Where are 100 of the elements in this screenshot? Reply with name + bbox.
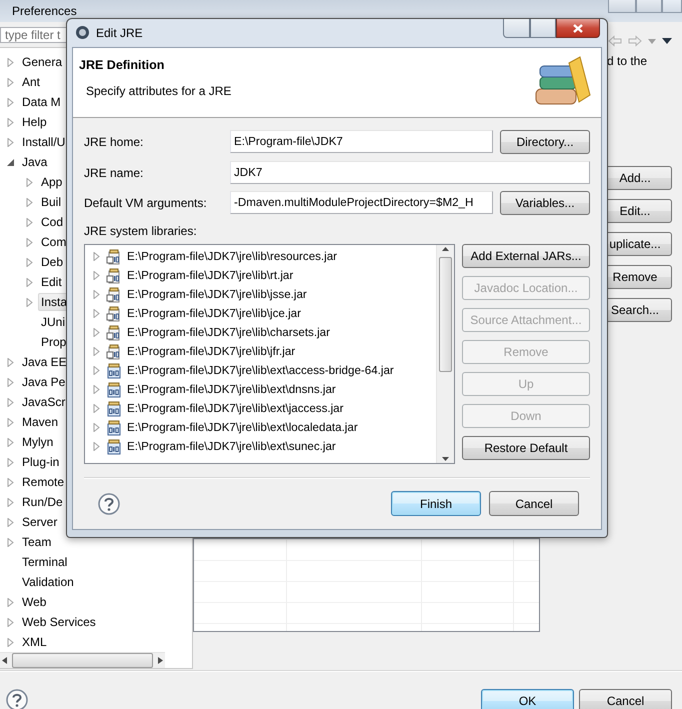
tree-item[interactable]: Java Pe xyxy=(19,373,68,391)
maximize-button[interactable] xyxy=(636,0,662,13)
jar-file-icon xyxy=(106,286,122,302)
library-entry[interactable]: E:\Program-file\JDK7\jre\lib\jfr.jar xyxy=(127,345,296,358)
tree-item[interactable]: Help xyxy=(19,113,50,131)
cancel-button[interactable]: Cancel xyxy=(489,491,579,516)
library-entry[interactable]: E:\Program-file\JDK7\jre\lib\ext\sunec.jar xyxy=(127,440,336,453)
library-entry[interactable]: E:\Program-file\JDK7\jre\lib\ext\dnsns.jar xyxy=(127,383,336,396)
tree-item[interactable]: Data M xyxy=(19,93,64,111)
cancel-button[interactable]: Cancel xyxy=(579,689,672,709)
library-entry[interactable]: E:\Program-file\JDK7\jre\lib\resources.jar xyxy=(127,250,338,263)
vertical-scrollbar[interactable] xyxy=(436,245,454,463)
library-button[interactable]: Restore Default xyxy=(462,436,590,460)
collapsed-arrow-icon xyxy=(25,258,34,266)
books-icon xyxy=(533,55,591,107)
window-title: Preferences xyxy=(12,4,77,18)
jar-file-icon xyxy=(106,324,122,340)
tree-item[interactable]: Ant xyxy=(19,73,44,91)
tree-item[interactable]: XML xyxy=(19,633,50,651)
scroll-down-icon xyxy=(441,454,450,463)
maximize-button[interactable] xyxy=(530,19,556,38)
minimize-button[interactable] xyxy=(503,19,530,38)
dialog-title: Edit JRE xyxy=(96,26,143,40)
finish-button[interactable]: Finish xyxy=(391,491,481,516)
help-icon[interactable] xyxy=(98,492,120,514)
collapsed-arrow-icon xyxy=(6,58,15,66)
text-field[interactable]: -Dmaven.multiModuleProjectDirectory=$M2_H xyxy=(230,191,493,214)
jar-file-icon xyxy=(106,306,122,322)
collapsed-arrow-icon xyxy=(6,98,15,106)
tree-item[interactable]: Remote xyxy=(19,473,68,491)
scroll-up-icon xyxy=(441,245,450,254)
tree-item[interactable]: Web Services xyxy=(19,613,99,631)
collapsed-arrow-icon xyxy=(92,366,101,375)
field-label: Default VM arguments: xyxy=(84,196,208,210)
dialog-heading: JRE Definition xyxy=(79,58,166,72)
collapsed-arrow-icon xyxy=(25,198,34,206)
tree-item[interactable]: JUni xyxy=(38,313,68,331)
view-menu-icon[interactable] xyxy=(662,38,672,44)
directory-button[interactable]: Directory... xyxy=(500,130,590,154)
tree-item[interactable]: Install/U xyxy=(19,133,68,151)
tree-item[interactable]: Team xyxy=(19,533,54,551)
field-label: JRE name: xyxy=(84,166,144,180)
variables-button[interactable]: Variables... xyxy=(500,191,590,215)
tree-item[interactable]: Deb xyxy=(38,253,66,271)
tree-item[interactable]: Cod xyxy=(38,213,66,231)
collapsed-arrow-icon xyxy=(6,358,15,366)
binary-jar-icon xyxy=(106,400,122,416)
library-entry[interactable]: E:\Program-file\JDK7\jre\lib\jsse.jar xyxy=(127,288,307,301)
collapsed-arrow-icon xyxy=(6,378,15,386)
tree-item[interactable]: Plug-in xyxy=(19,453,62,471)
tree-item[interactable]: Terminal xyxy=(19,553,70,571)
tree-item[interactable]: JavaScr xyxy=(19,393,68,411)
forward-arrow-icon[interactable] xyxy=(628,35,642,47)
tree-item[interactable]: Buil xyxy=(38,193,64,211)
collapsed-arrow-icon xyxy=(92,423,101,432)
dropdown-icon[interactable] xyxy=(648,38,656,44)
tree-item[interactable]: Maven xyxy=(19,413,62,431)
horizontal-scrollbar[interactable] xyxy=(0,652,165,668)
back-arrow-icon[interactable] xyxy=(608,35,622,47)
close-button[interactable] xyxy=(556,19,600,38)
library-entry[interactable]: E:\Program-file\JDK7\jre\lib\rt.jar xyxy=(127,269,294,282)
close-icon xyxy=(573,24,583,32)
tree-item[interactable]: Validation xyxy=(19,573,77,591)
library-entry[interactable]: E:\Program-file\JDK7\jre\lib\ext\localedata.jar xyxy=(127,421,358,434)
help-icon[interactable] xyxy=(6,689,28,709)
collapsed-arrow-icon xyxy=(92,328,101,337)
field-label: JRE home: xyxy=(84,135,144,149)
library-entry[interactable]: E:\Program-file\JDK7\jre\lib\charsets.jar xyxy=(127,326,330,339)
tree-item[interactable]: Prop xyxy=(38,333,70,351)
tree-item[interactable]: Server xyxy=(19,513,60,531)
tree-item[interactable]: Edit xyxy=(38,273,65,291)
tree-item[interactable]: Web xyxy=(19,593,50,611)
collapsed-arrow-icon xyxy=(6,638,15,646)
library-entry[interactable]: E:\Program-file\JDK7\jre\lib\ext\jaccess.jar xyxy=(127,402,344,415)
collapsed-arrow-icon xyxy=(6,498,15,506)
collapsed-arrow-icon xyxy=(92,252,101,261)
scroll-right-icon xyxy=(155,656,165,665)
tree-item[interactable]: Genera xyxy=(19,53,66,71)
scroll-left-icon xyxy=(0,656,10,665)
minimize-button[interactable] xyxy=(608,0,636,13)
collapsed-arrow-icon xyxy=(6,458,15,466)
tree-item[interactable]: App xyxy=(38,173,66,191)
tree-item[interactable]: Mylyn xyxy=(19,433,56,451)
collapsed-arrow-icon xyxy=(6,78,15,86)
library-button[interactable]: Add External JARs... xyxy=(462,244,590,268)
collapsed-arrow-icon xyxy=(6,398,15,406)
text-field[interactable]: E:\Program-file\JDK7 xyxy=(230,130,493,153)
tree-item[interactable]: Run/De xyxy=(19,493,66,511)
binary-jar-icon xyxy=(106,420,122,436)
tree-item[interactable]: Java EE xyxy=(19,353,70,371)
ok-button[interactable]: OK xyxy=(481,689,574,709)
library-entry[interactable]: E:\Program-file\JDK7\jre\lib\jce.jar xyxy=(127,307,301,320)
collapsed-arrow-icon xyxy=(92,309,101,318)
tree-item[interactable]: Com xyxy=(38,233,70,251)
collapsed-arrow-icon xyxy=(92,290,101,299)
text-field[interactable]: JDK7 xyxy=(230,161,590,184)
collapsed-arrow-icon xyxy=(25,238,34,246)
collapsed-arrow-icon xyxy=(92,442,101,451)
tree-item[interactable]: Java xyxy=(19,153,50,171)
library-entry[interactable]: E:\Program-file\JDK7\jre\lib\ext\access-bridge-64.jar xyxy=(127,364,394,377)
